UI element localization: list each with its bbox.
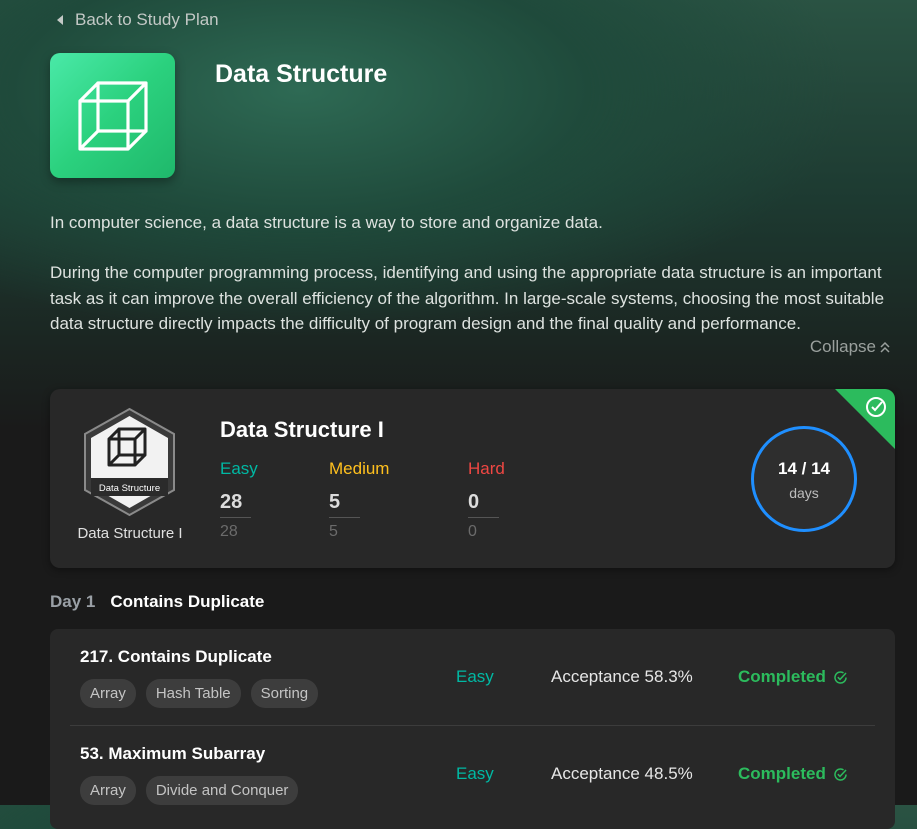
status-label: Completed <box>738 667 826 686</box>
cube-icon <box>77 80 148 151</box>
tag[interactable]: Hash Table <box>145 679 241 708</box>
hard-label: Hard <box>468 459 505 478</box>
tag[interactable]: Array <box>80 679 136 708</box>
plan-description-detail: During the computer programming process,… <box>50 263 885 333</box>
study-plan-card[interactable]: Data Structure Data Structure I Data Str… <box>50 389 895 568</box>
problem-tags: Array Divide and Conquer <box>80 776 299 805</box>
tag[interactable]: Sorting <box>250 679 319 708</box>
progress-fraction: 14 / 14 <box>778 459 830 478</box>
check-circle-icon <box>834 767 847 781</box>
day-label: Day 1 <box>50 592 96 611</box>
check-circle-icon <box>834 670 847 684</box>
back-to-study-plan-link[interactable]: Back to Study Plan <box>55 10 219 30</box>
problem-row[interactable]: 53. Maximum Subarray Array Divide and Co… <box>70 725 875 822</box>
problem-tags: Array Hash Table Sorting <box>80 679 319 708</box>
easy-solved-count: 28 <box>220 491 251 518</box>
tag[interactable]: Array <box>80 776 136 805</box>
problem-list: 217. Contains Duplicate Array Hash Table… <box>50 629 895 829</box>
status-badge: Completed <box>738 667 848 687</box>
progress-unit: days <box>789 485 819 501</box>
plan-description-intro: In computer science, a data structure is… <box>50 213 603 232</box>
back-link-label: Back to Study Plan <box>75 10 219 29</box>
hard-stat: Hard 0 0 <box>468 459 505 541</box>
plan-badge-icon: Data Structure <box>84 407 175 517</box>
problem-title[interactable]: 53. Maximum Subarray <box>80 744 265 764</box>
medium-stat: Medium 5 5 <box>329 459 389 541</box>
badge-text: Data Structure <box>99 483 160 494</box>
hard-solved-count: 0 <box>468 491 499 518</box>
easy-label: Easy <box>220 459 258 478</box>
easy-total-count: 28 <box>220 523 238 540</box>
collapse-button[interactable]: Collapse <box>810 337 890 357</box>
medium-label: Medium <box>329 459 390 478</box>
day-header: Day 1 Contains Duplicate <box>50 592 264 612</box>
acceptance-rate: Acceptance 48.5% <box>551 764 693 783</box>
completed-corner-badge <box>835 389 895 449</box>
medium-solved-count: 5 <box>329 491 360 518</box>
page-title: Data Structure <box>215 60 388 88</box>
status-label: Completed <box>738 764 826 783</box>
difficulty-label: Easy <box>456 764 494 783</box>
acceptance-rate: Acceptance 58.3% <box>551 667 693 686</box>
status-badge: Completed <box>738 764 848 784</box>
caret-left-icon <box>57 15 63 25</box>
hard-total-count: 0 <box>468 523 477 540</box>
easy-stat: Easy 28 28 <box>220 459 258 541</box>
medium-total-count: 5 <box>329 523 338 540</box>
badge-label: Data Structure I <box>77 525 183 542</box>
tag[interactable]: Divide and Conquer <box>145 776 299 805</box>
problem-row[interactable]: 217. Contains Duplicate Array Hash Table… <box>70 629 875 725</box>
day-title: Contains Duplicate <box>110 592 265 611</box>
chevrons-up-icon <box>880 341 890 353</box>
collapse-label: Collapse <box>809 337 876 356</box>
problem-title[interactable]: 217. Contains Duplicate <box>80 647 272 667</box>
progress-ring: 14 / 14 days <box>751 426 857 532</box>
plan-icon <box>50 53 175 178</box>
plan-card-title: Data Structure I <box>220 417 384 442</box>
difficulty-label: Easy <box>456 667 494 686</box>
